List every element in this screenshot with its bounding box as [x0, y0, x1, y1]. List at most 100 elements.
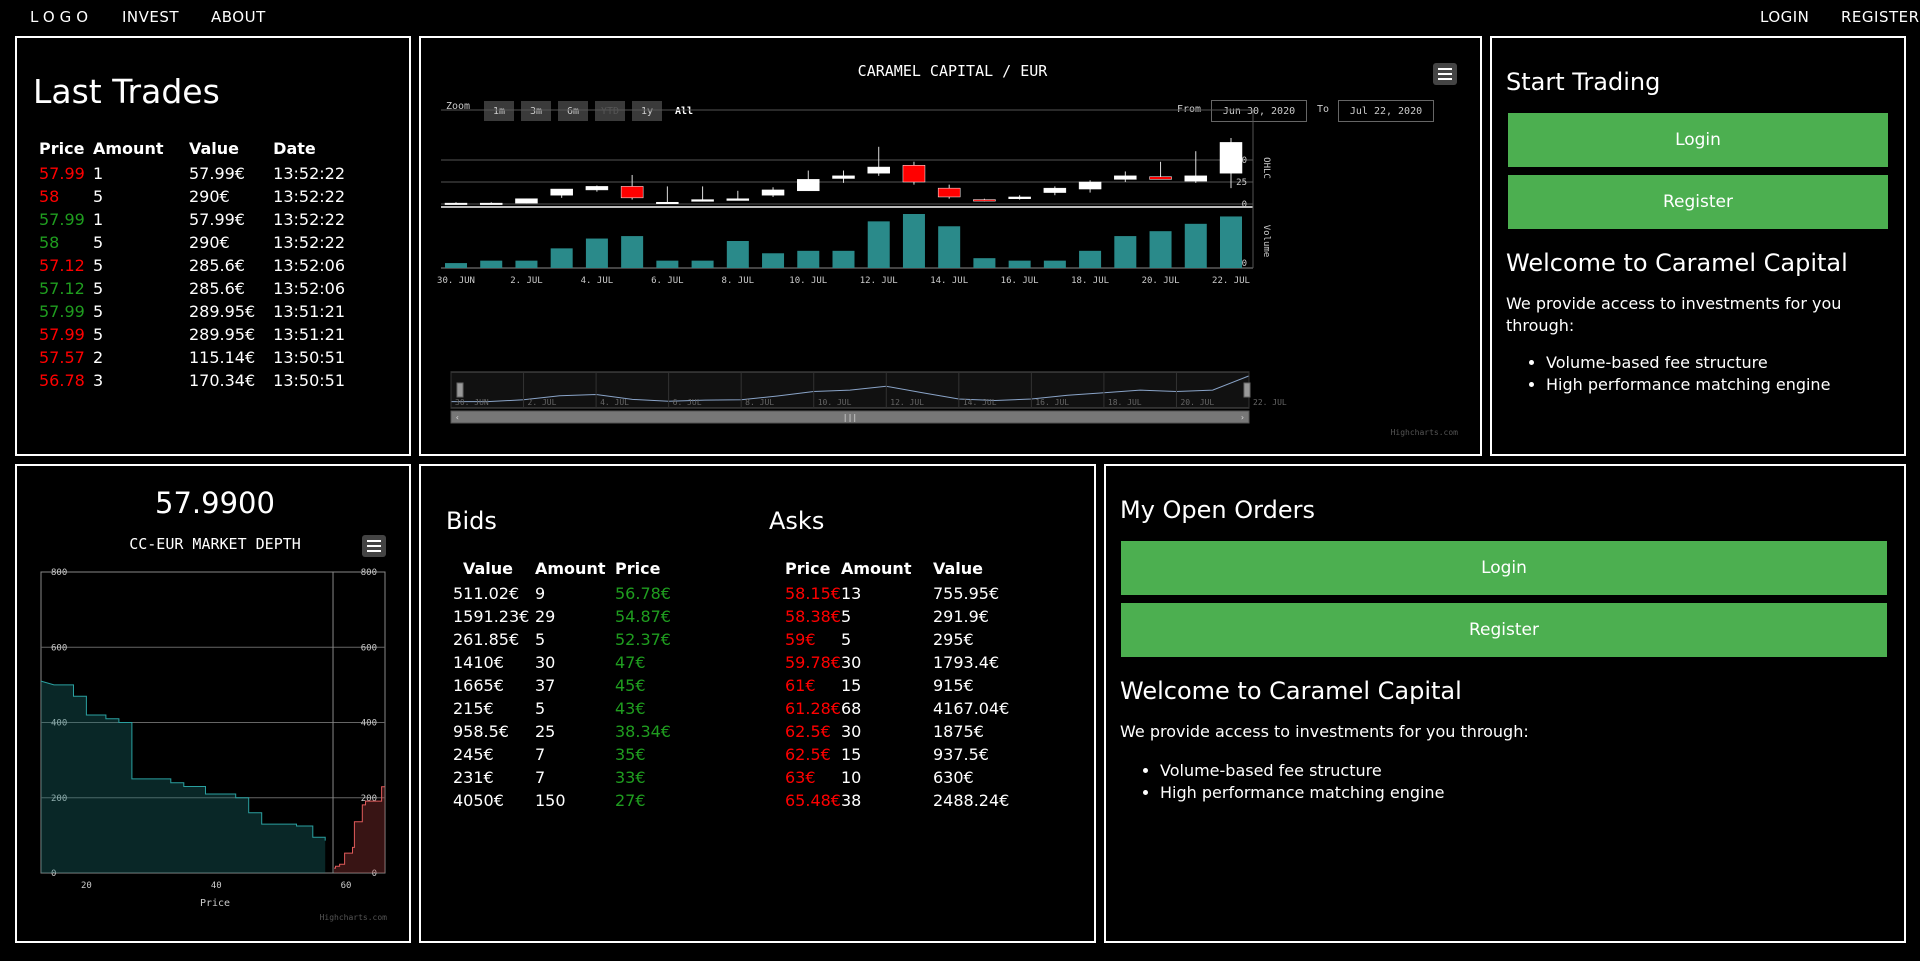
volume-bar [938, 226, 961, 268]
trade-value: 285.6€ [189, 256, 245, 275]
trade-amount: 3 [93, 371, 104, 390]
ask-row[interactable]: 58.15€ 13 755.95€ [775, 582, 1019, 605]
navigator-tick-label: 20. JUL [1180, 398, 1214, 407]
ask-row[interactable]: 59€ 5 295€ [775, 628, 1019, 651]
bid-value: 4050€ [453, 791, 504, 810]
trade-row: 56.78 3 170.34€ 13:50:51 [39, 369, 345, 392]
bid-row[interactable]: 1665€ 37 45€ [451, 674, 715, 697]
bids-col-price: Price [615, 558, 661, 578]
bid-value: 511.02€ [453, 584, 520, 603]
bid-row[interactable]: 4050€ 150 27€ [451, 789, 715, 812]
volume-bar [1149, 231, 1172, 268]
bid-row[interactable]: 958.5€ 25 38.34€ [451, 720, 715, 743]
bid-price: 54.87€ [615, 607, 671, 626]
welcome-heading: Welcome to Caramel Capital [1506, 249, 1848, 277]
candle [726, 198, 750, 201]
volume-bar [515, 260, 538, 268]
trade-value: 289.95€ [189, 302, 256, 321]
navigator-handle-left [456, 382, 464, 398]
trade-value: 290€ [189, 187, 230, 206]
trade-amount: 1 [93, 164, 104, 183]
ask-row[interactable]: 58.38€ 5 291.9€ [775, 605, 1019, 628]
trade-date: 13:52:22 [273, 164, 346, 183]
nav-register-link[interactable]: REGISTER [1841, 8, 1920, 26]
ask-row[interactable]: 61.28€ 68 4167.04€ [775, 697, 1019, 720]
logo[interactable]: LOGO [30, 8, 93, 26]
volume-bar [1184, 223, 1207, 268]
register-button[interactable]: Register [1508, 175, 1888, 229]
asks-col-value: Value [932, 558, 984, 578]
ask-amount: 30 [840, 653, 862, 672]
depth-credit[interactable]: Highcharts.com [320, 913, 387, 922]
candle [1008, 196, 1031, 199]
trade-amount: 2 [93, 348, 104, 367]
bid-row[interactable]: 1591.23€ 29 54.87€ [451, 605, 715, 628]
start-trading-panel: Start Trading Login Register Welcome to … [1490, 36, 1906, 456]
nav-about-link[interactable]: ABOUT [211, 8, 266, 26]
bid-row[interactable]: 511.02€ 9 56.78€ [451, 582, 715, 605]
candle [797, 179, 820, 192]
orders-login-button[interactable]: Login [1121, 541, 1887, 595]
navigator-tick-label: 8. JUL [745, 398, 774, 407]
bids-title: Bids [446, 507, 497, 535]
ask-row[interactable]: 62.5€ 30 1875€ [775, 720, 1019, 743]
orders-register-button[interactable]: Register [1121, 603, 1887, 657]
trade-value: 285.6€ [189, 279, 245, 298]
orders-feature-list: Volume-based fee structure High performa… [1120, 760, 1444, 804]
ask-row[interactable]: 62.5€ 15 937.5€ [775, 743, 1019, 766]
nav-login-link[interactable]: LOGIN [1760, 8, 1809, 26]
trade-row: 57.12 5 285.6€ 13:52:06 [39, 254, 345, 277]
bid-price: 47€ [615, 653, 646, 672]
candle [902, 165, 926, 183]
candle [479, 202, 503, 205]
trade-date: 13:52:06 [273, 279, 346, 298]
candle [973, 199, 996, 202]
trade-row: 57.99 1 57.99€ 13:52:22 [39, 162, 345, 185]
x-tick-label: 14. JUL [930, 276, 968, 286]
volume-axis-label: Volume [1261, 225, 1271, 258]
ask-row[interactable]: 59.78€ 30 1793.4€ [775, 651, 1019, 674]
ask-value: 4167.04€ [932, 699, 1010, 718]
y-tick-label: 25 [1236, 178, 1247, 188]
bid-amount: 5 [535, 630, 546, 649]
nav-invest-link[interactable]: INVEST [122, 8, 179, 26]
bid-amount: 30 [535, 653, 556, 672]
bid-row[interactable]: 245€ 7 35€ [451, 743, 715, 766]
asks-table: Price Amount Value 58.15€ 13 755.95€ 58.38€… [775, 554, 1019, 812]
trade-amount: 5 [93, 279, 104, 298]
ask-value: 755.95€ [932, 584, 1000, 603]
bid-price: 52.37€ [615, 630, 671, 649]
bid-row[interactable]: 261.85€ 5 52.37€ [451, 628, 715, 651]
depth-chart[interactable]: 0 0200 200400 400600 600800 80020 40 60 [17, 466, 411, 943]
bid-row[interactable]: 1410€ 30 47€ [451, 651, 715, 674]
trade-price: 57.99 [39, 210, 85, 229]
candle [832, 175, 855, 179]
x-tick-label: 22. JUL [1212, 276, 1250, 286]
ask-value: 1875€ [932, 722, 984, 741]
trade-price: 57.99 [39, 164, 85, 183]
navigator-tick-label: 16. JUL [1035, 398, 1069, 407]
ask-price: 59€ [785, 630, 816, 649]
ask-row[interactable]: 63€ 10 630€ [775, 766, 1019, 789]
bid-price: 38.34€ [615, 722, 671, 741]
chart-credit[interactable]: Highcharts.com [1391, 428, 1458, 437]
login-button[interactable]: Login [1508, 113, 1888, 167]
trade-row: 58 5 290€ 13:52:22 [39, 185, 345, 208]
bid-value: 958.5€ [453, 722, 509, 741]
bid-price: 33€ [615, 768, 646, 787]
ask-value: 937.5€ [932, 745, 989, 764]
candle [1219, 142, 1243, 174]
navigator-tick-label: 12. JUL [890, 398, 924, 407]
orders-welcome-heading: Welcome to Caramel Capital [1120, 677, 1462, 705]
volume-tick-label: 0 [1242, 259, 1247, 269]
ask-price: 58.15€ [785, 584, 841, 603]
ask-row[interactable]: 65.48€ 38 2488.24€ [775, 789, 1019, 812]
ask-row[interactable]: 61€ 15 915€ [775, 674, 1019, 697]
orders-welcome-text: We provide access to investments for you… [1120, 722, 1529, 741]
x-tick-label: 18. JUL [1071, 276, 1109, 286]
trade-date: 13:50:51 [273, 348, 346, 367]
price-chart[interactable]: 02550OHLC0Volume30. JUN2. JUL4. JUL6. JU… [421, 38, 1482, 456]
bid-row[interactable]: 231€ 7 33€ [451, 766, 715, 789]
navigator-handle-right [1243, 382, 1251, 398]
bid-row[interactable]: 215€ 5 43€ [451, 697, 715, 720]
